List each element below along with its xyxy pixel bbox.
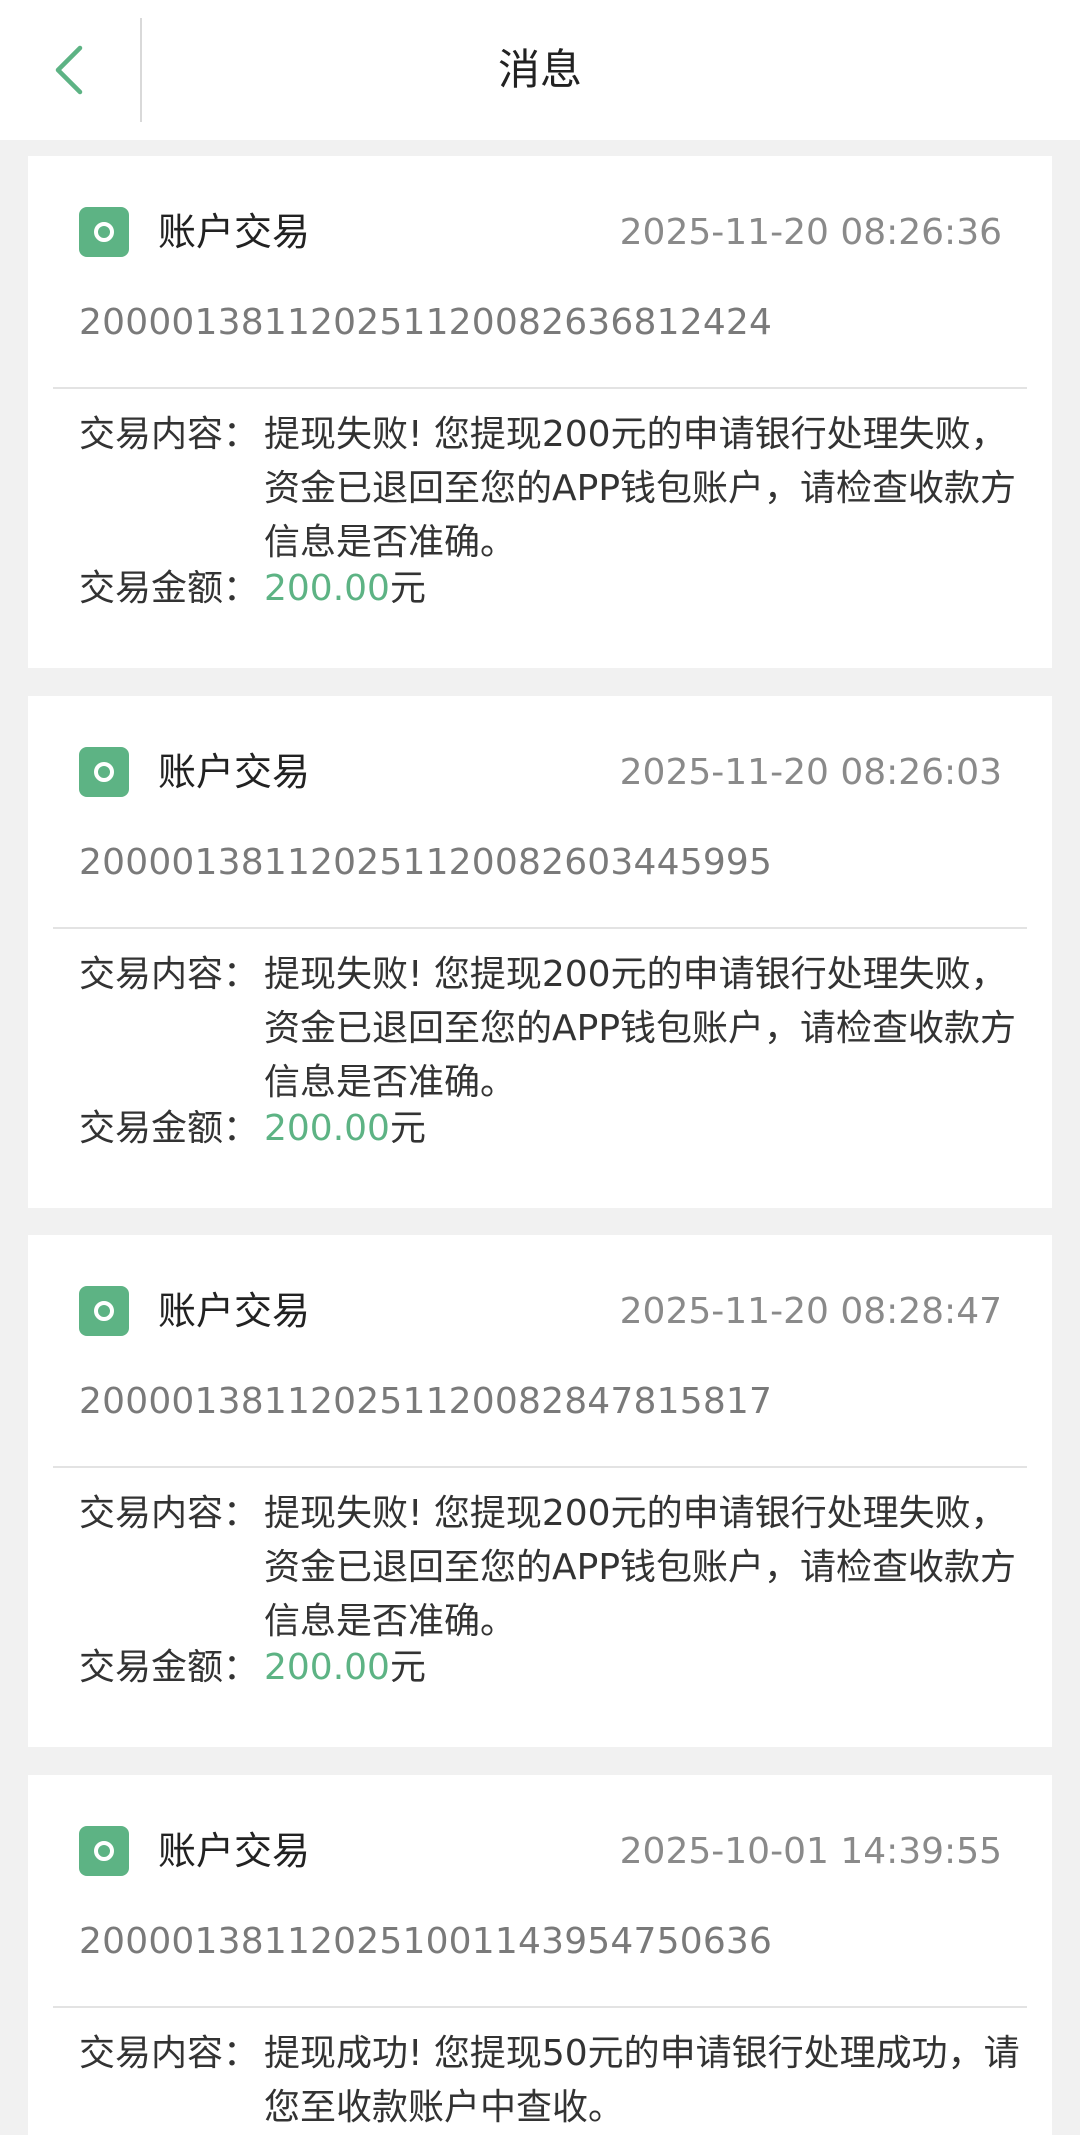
order-number: 200001381120251120082847815817 — [79, 1381, 773, 1422]
amount-unit: 元 — [389, 1108, 426, 1149]
content-label: 交易内容： — [79, 954, 260, 995]
order-number: 200001381120251120082603445995 — [79, 842, 773, 883]
amount-label: 交易金额： — [79, 1108, 260, 1149]
account-transaction-icon — [79, 1826, 129, 1876]
amount-label: 交易金额： — [79, 1647, 260, 1688]
account-transaction-icon — [79, 747, 129, 797]
card-divider — [53, 927, 1027, 929]
amount-value: 200.00元 — [264, 1641, 426, 1695]
card-divider — [53, 1466, 1027, 1468]
amount-number: 200.00 — [264, 1108, 390, 1149]
message-type: 账户交易 — [158, 210, 311, 254]
app-header: 消息 — [0, 0, 1080, 140]
amount-unit: 元 — [389, 568, 426, 609]
content-text: 提现失败! 您提现200元的申请银行处理失败， 资金已退回至您的APP钱包账户，… — [264, 954, 1017, 1103]
message-time: 2025-11-20 08:26:03 — [619, 752, 1002, 793]
amount-value: 200.00元 — [264, 562, 426, 616]
content-text: 提现成功! 您提现50元的申请银行处理成功，请 您至收款账户中查收。 — [264, 2033, 1020, 2128]
message-time: 2025-11-20 08:28:47 — [619, 1291, 1002, 1332]
message-type: 账户交易 — [158, 750, 311, 794]
content-label: 交易内容： — [79, 414, 260, 455]
amount-label: 交易金额： — [79, 568, 260, 609]
message-card[interactable]: 账户交易 2025-11-20 08:26:03 200001381120251… — [28, 696, 1052, 1208]
message-type: 账户交易 — [158, 1829, 311, 1873]
amount-value: 200.00元 — [264, 1102, 426, 1156]
content-text: 提现失败! 您提现200元的申请银行处理失败， 资金已退回至您的APP钱包账户，… — [264, 1493, 1017, 1642]
message-time: 2025-11-20 08:26:36 — [619, 212, 1002, 253]
amount-unit: 元 — [389, 1647, 426, 1688]
page-title: 消息 — [497, 45, 582, 94]
content-label: 交易内容： — [79, 2033, 260, 2074]
message-card[interactable]: 账户交易 2025-11-20 08:28:47 200001381120251… — [28, 1235, 1052, 1747]
account-transaction-icon — [79, 207, 129, 257]
amount-number: 200.00 — [264, 1647, 390, 1688]
amount-number: 200.00 — [264, 568, 390, 609]
card-divider — [53, 2006, 1027, 2008]
account-transaction-icon — [79, 1286, 129, 1336]
message-card[interactable]: 账户交易 2025-10-01 14:39:55 200001381120251… — [28, 1775, 1052, 2135]
message-time: 2025-10-01 14:39:55 — [619, 1831, 1002, 1872]
content-text: 提现失败! 您提现200元的申请银行处理失败， 资金已退回至您的APP钱包账户，… — [264, 414, 1017, 563]
order-number: 200001381120251001143954750636 — [79, 1921, 773, 1962]
order-number: 200001381120251120082636812424 — [79, 302, 773, 343]
message-type: 账户交易 — [158, 1289, 311, 1333]
message-card[interactable]: 账户交易 2025-11-20 08:26:36 200001381120251… — [28, 156, 1052, 668]
content-label: 交易内容： — [79, 1493, 260, 1534]
card-divider — [53, 387, 1027, 389]
